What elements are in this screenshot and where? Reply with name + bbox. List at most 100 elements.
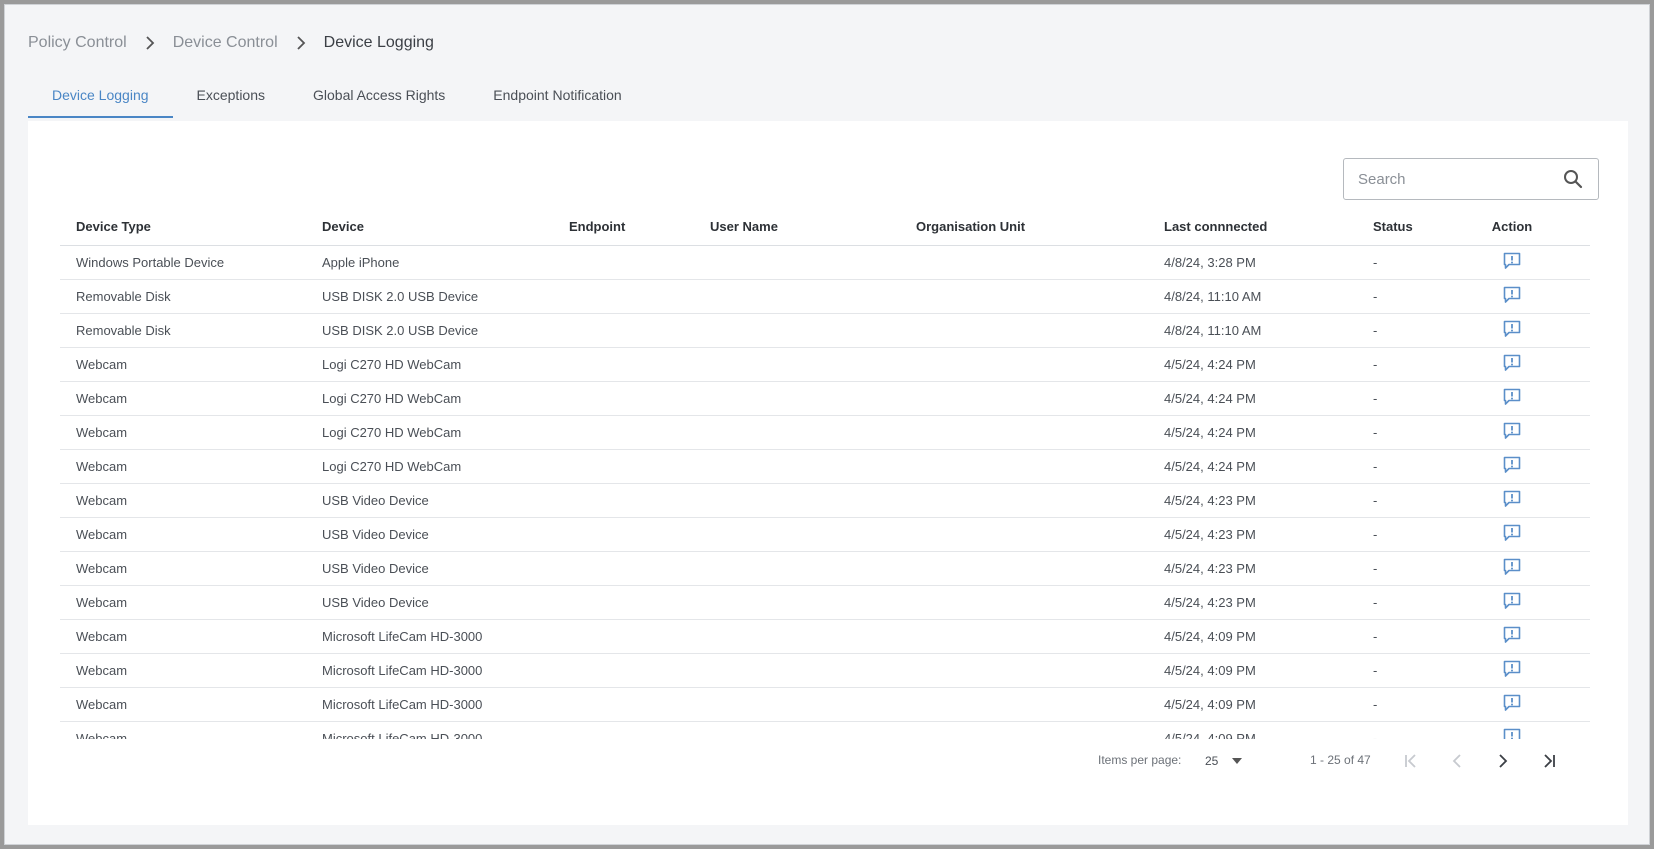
cell-user-name [694,585,900,620]
cell-endpoint [553,381,694,416]
report-message-icon[interactable] [1501,488,1523,510]
report-message-icon[interactable] [1501,692,1523,714]
cell-endpoint [553,483,694,518]
previous-page-button[interactable] [1441,745,1473,777]
cell-organisation-unit [900,619,1148,654]
report-message-icon[interactable] [1501,590,1523,612]
report-message-icon[interactable] [1501,522,1523,544]
cell-status: - [1357,687,1434,722]
cell-action [1434,687,1590,722]
table-row[interactable]: Webcam USB Video Device 4/5/24, 4:23 PM - [60,585,1590,620]
report-message-icon[interactable] [1501,318,1523,340]
report-message-icon[interactable] [1501,420,1523,442]
cell-device: USB Video Device [306,517,553,552]
cell-user-name [694,619,900,654]
report-message-icon[interactable] [1501,386,1523,408]
search-box[interactable] [1343,158,1599,200]
cell-user-name [694,381,900,416]
table-row[interactable]: Webcam Logi C270 HD WebCam 4/5/24, 4:24 PM… [60,381,1590,416]
cell-last-connected: 4/5/24, 4:23 PM [1148,483,1357,518]
table-row[interactable]: Removable Disk USB DISK 2.0 USB Device 4/8… [60,279,1590,314]
tab-device-logging[interactable]: Device Logging [28,73,173,118]
cell-action [1434,449,1590,484]
breadcrumb-device-control[interactable]: Device Control [173,34,278,52]
table-row[interactable]: Removable Disk USB DISK 2.0 USB Device 4/8… [60,313,1590,348]
cell-device-type: Webcam [60,721,306,739]
chevron-right-icon [137,31,163,55]
cell-endpoint [553,517,694,552]
cell-last-connected: 4/5/24, 4:09 PM [1148,619,1357,654]
cell-device-type: Webcam [60,517,306,552]
table-row[interactable]: Webcam USB Video Device 4/5/24, 4:23 PM - [60,517,1590,552]
items-per-page-select[interactable]: 25 [1205,746,1255,776]
cell-organisation-unit [900,551,1148,586]
cell-action [1434,517,1590,552]
column-header-device[interactable]: Device [306,209,553,246]
cell-endpoint [553,347,694,382]
column-header-endpoint[interactable]: Endpoint [553,209,694,246]
report-message-icon[interactable] [1501,624,1523,646]
column-header-status[interactable]: Status [1357,209,1434,246]
cell-status: - [1357,313,1434,348]
table-row[interactable]: Windows Portable Device Apple iPhone 4/8/2… [60,245,1590,280]
report-message-icon[interactable] [1501,250,1523,272]
cell-user-name [694,653,900,688]
cell-endpoint [553,279,694,314]
cell-endpoint [553,585,694,620]
cell-status: - [1357,449,1434,484]
cell-status: - [1357,245,1434,280]
tab-exceptions[interactable]: Exceptions [173,73,289,117]
report-message-icon[interactable] [1501,352,1523,374]
cell-last-connected: 4/5/24, 4:24 PM [1148,381,1357,416]
column-header-user-name[interactable]: User Name [694,209,900,246]
table-row[interactable]: Webcam Logi C270 HD WebCam 4/5/24, 4:24 PM… [60,415,1590,450]
table-row[interactable]: Webcam USB Video Device 4/5/24, 4:23 PM - [60,483,1590,518]
cell-device-type: Webcam [60,551,306,586]
cell-organisation-unit [900,415,1148,450]
next-page-button[interactable] [1487,745,1519,777]
cell-status: - [1357,483,1434,518]
cell-user-name [694,517,900,552]
cell-device-type: Webcam [60,415,306,450]
cell-endpoint [553,551,694,586]
table-row[interactable]: Webcam Microsoft LifeCam HD-3000 4/5/24, 4… [60,619,1590,654]
search-input[interactable] [1358,170,1562,188]
search-icon[interactable] [1562,168,1584,190]
cell-endpoint [553,721,694,739]
table-row[interactable]: Webcam Microsoft LifeCam HD-3000 4/5/24, 4… [60,687,1590,722]
cell-device: USB DISK 2.0 USB Device [306,279,553,314]
breadcrumb-policy-control[interactable]: Policy Control [28,34,127,52]
cell-endpoint [553,687,694,722]
table-row[interactable]: Webcam USB Video Device 4/5/24, 4:23 PM - [60,551,1590,586]
cell-user-name [694,687,900,722]
cell-status: - [1357,381,1434,416]
report-message-icon[interactable] [1501,454,1523,476]
chevron-left-icon [1452,754,1461,768]
cell-organisation-unit [900,687,1148,722]
table-row[interactable]: Webcam Logi C270 HD WebCam 4/5/24, 4:24 PM… [60,347,1590,382]
column-header-last-connected[interactable]: Last connnected [1148,209,1357,246]
table-row[interactable]: Webcam Microsoft LifeCam HD-3000 4/5/24, 4… [60,721,1590,739]
tab-global-access-rights[interactable]: Global Access Rights [289,73,469,117]
paginator: Items per page: 25 1 - 25 of 47 [28,741,1628,781]
last-page-button[interactable] [1533,745,1565,777]
items-per-page-value: 25 [1205,754,1219,768]
column-header-device-type[interactable]: Device Type [60,209,306,246]
report-message-icon[interactable] [1501,658,1523,680]
first-page-button[interactable] [1395,745,1427,777]
cell-action [1434,619,1590,654]
tab-endpoint-notification[interactable]: Endpoint Notification [469,73,645,117]
column-header-organisation-unit[interactable]: Organisation Unit [900,209,1148,246]
cell-status: - [1357,721,1434,739]
cell-action [1434,653,1590,688]
app-frame: Policy Control Device Control Device Log… [4,4,1650,845]
report-message-icon[interactable] [1501,556,1523,578]
column-header-action: Action [1434,209,1590,246]
table-row[interactable]: Webcam Microsoft LifeCam HD-3000 4/5/24, 4… [60,653,1590,688]
report-message-icon[interactable] [1501,726,1523,739]
report-message-icon[interactable] [1501,284,1523,306]
table-row[interactable]: Webcam Logi C270 HD WebCam 4/5/24, 4:24 PM… [60,449,1590,484]
cell-device-type: Removable Disk [60,313,306,348]
cell-device-type: Webcam [60,381,306,416]
cell-device: USB Video Device [306,551,553,586]
